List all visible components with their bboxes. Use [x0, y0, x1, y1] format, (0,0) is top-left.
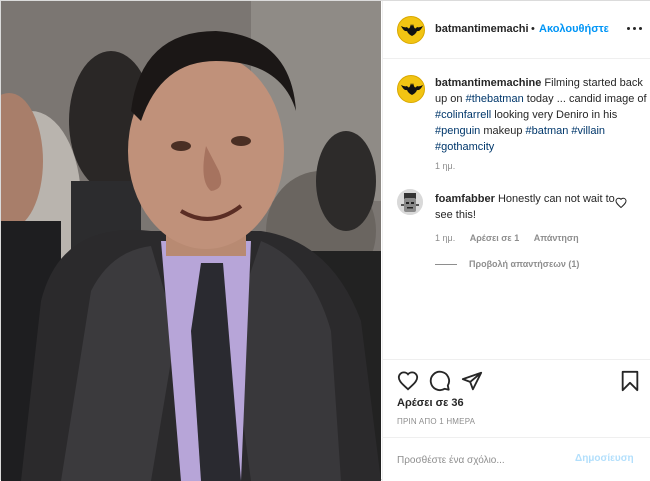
post-side-panel: batmantimemachi • Ακολουθήστε batmantime…: [382, 1, 650, 481]
comment-text: foamfabber Honestly can not wait to see …: [435, 191, 615, 223]
comment-timestamp[interactable]: 1 ημ.: [435, 233, 455, 243]
publish-button[interactable]: Δημοσίευση: [575, 453, 634, 464]
comment-meta: 1 ημ. Αρέσει σε 1 Απάντηση: [435, 233, 591, 243]
bat-logo-icon: [401, 24, 423, 36]
comment-bubble-icon[interactable]: [429, 370, 451, 392]
comment-likes-button[interactable]: Αρέσει σε 1: [470, 233, 520, 243]
post-actions-bar: [383, 359, 650, 399]
post-header: batmantimemachi • Ακολουθήστε: [383, 1, 650, 59]
caption-timestamp[interactable]: 1 ημ.: [435, 161, 455, 171]
post-photo[interactable]: [1, 1, 381, 481]
caption-text-part: looking very Deniro in his: [491, 109, 618, 121]
post-username[interactable]: batmantimemachi: [435, 23, 529, 35]
more-horizontal-icon[interactable]: [626, 20, 642, 36]
separator-dot: •: [531, 23, 535, 35]
hashtag-link[interactable]: #colinfarrell: [435, 109, 491, 121]
hashtag-link[interactable]: #villain: [571, 125, 605, 137]
post-photo-illustration: [1, 1, 381, 481]
bookmark-save-icon[interactable]: [619, 370, 641, 392]
comment-input[interactable]: [397, 450, 577, 470]
hashtag-link[interactable]: #thebatman: [466, 93, 524, 105]
follow-button[interactable]: Ακολουθήστε: [539, 23, 609, 35]
commenter-username[interactable]: foamfabber: [435, 193, 495, 205]
replies-divider-line: [435, 264, 457, 266]
view-replies-button[interactable]: Προβολή απαντήσεων (1): [435, 259, 579, 269]
hashtag-link[interactable]: #gothamcity: [435, 141, 494, 153]
caption-username[interactable]: batmantimemachine: [435, 77, 541, 89]
bat-logo-icon: [401, 83, 423, 95]
view-replies-label: Προβολή απαντήσεων (1): [469, 259, 580, 269]
caption-text-part: makeup: [480, 125, 526, 137]
likes-count[interactable]: Αρέσει σε 36: [397, 397, 464, 409]
user-avatar[interactable]: [397, 16, 425, 44]
add-comment-bar: Δημοσίευση: [383, 437, 650, 481]
caption-avatar[interactable]: [397, 75, 425, 103]
commenter-avatar[interactable]: [397, 189, 423, 215]
caption-text-part: today ... candid image of: [523, 93, 647, 105]
caption-text: batmantimemachine Filming started back u…: [435, 75, 649, 155]
comment-like-heart-icon[interactable]: [615, 197, 627, 209]
share-send-icon[interactable]: [461, 370, 483, 392]
instagram-post-window: batmantimemachi • Ακολουθήστε batmantime…: [0, 0, 650, 481]
like-heart-icon[interactable]: [397, 370, 419, 392]
frankenstein-avatar-icon: [397, 189, 423, 215]
hashtag-link[interactable]: #penguin: [435, 125, 480, 137]
reply-button[interactable]: Απάντηση: [534, 233, 579, 243]
hashtag-link[interactable]: #batman: [526, 125, 569, 137]
post-date[interactable]: ΠΡΙΝ ΑΠΟ 1 ΗΜΕΡΑ: [397, 417, 475, 426]
